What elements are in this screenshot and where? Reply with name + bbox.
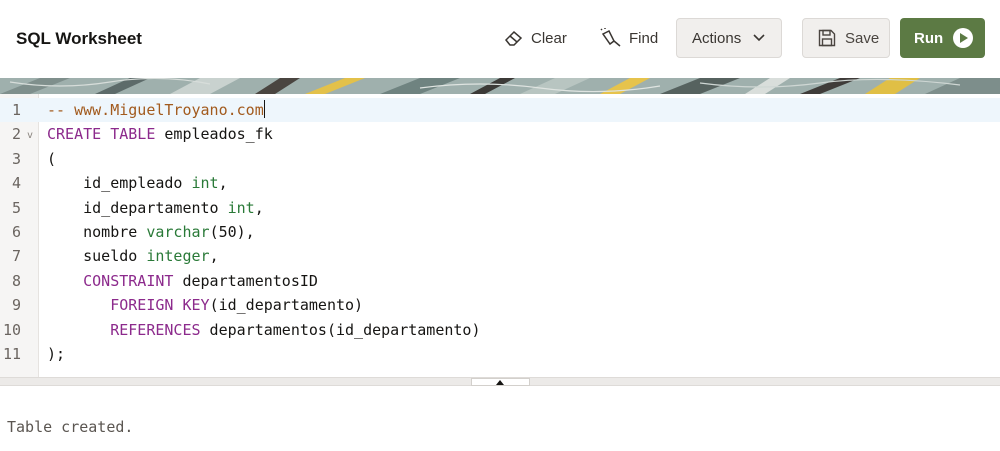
code-token: nombre [47, 223, 147, 241]
code-token: ( [47, 149, 57, 168]
code-token: CONSTRAINT [83, 271, 174, 290]
code-line[interactable]: 6 nombre varchar(50), [0, 220, 1000, 244]
line-number: 3 [11, 149, 21, 168]
code-text: sueldo integer, [47, 244, 219, 268]
find-button[interactable]: Find [600, 18, 658, 58]
code-token: (50), [209, 223, 255, 241]
code-token: , [254, 198, 264, 217]
code-token: departamentos(id_departamento) [200, 320, 481, 339]
code-token: , [209, 247, 219, 266]
page-title: SQL Worksheet [16, 29, 142, 48]
line-number: 4 [11, 174, 21, 193]
output-message: Table created. [7, 418, 134, 436]
run-button[interactable]: Run [900, 18, 985, 58]
code-text: REFERENCES departamentos(id_departamento… [47, 318, 481, 342]
save-label: Save [845, 29, 880, 47]
line-number: 8 [11, 271, 21, 290]
save-button[interactable]: Save [802, 18, 890, 58]
clear-button[interactable]: Clear [504, 18, 567, 58]
code-token: int [191, 174, 219, 193]
actions-label: Actions [692, 29, 742, 47]
code-token: id_departamento [47, 198, 228, 217]
line-number: 7 [11, 247, 21, 266]
code-token: , [218, 174, 228, 193]
output-pane: Table created. [0, 386, 1000, 451]
find-label: Find [629, 29, 659, 47]
code-line[interactable]: 11); [0, 342, 1000, 366]
code-token: ); [47, 345, 66, 363]
text-cursor [263, 100, 265, 118]
code-token: id_empleado [47, 174, 192, 193]
play-icon [953, 28, 974, 48]
code-text: ); [47, 342, 65, 366]
flashlight-icon [600, 28, 622, 48]
code-token: departamentosID [173, 271, 318, 290]
code-token: int [227, 198, 255, 217]
code-line[interactable]: 7 sueldo integer, [0, 244, 1000, 268]
code-line[interactable]: 4 id_empleado int, [0, 171, 1000, 195]
collapse-toggle-icon[interactable] [471, 378, 530, 386]
pane-splitter[interactable] [0, 377, 1000, 386]
code-text: CREATE TABLE empleados_fk [47, 122, 273, 146]
code-editor[interactable]: 1 -- www.MiguelTroyano.com 2 v CREATE TABLE … [0, 94, 1000, 377]
code-text: nombre varchar(50), [47, 220, 255, 244]
code-token: -- www.MiguelTroyano.com [47, 101, 264, 119]
code-line[interactable]: 1 -- www.MiguelTroyano.com [0, 98, 1000, 122]
code-token: varchar [146, 223, 210, 241]
line-number: 1 [11, 101, 21, 119]
code-line[interactable]: 3( [0, 147, 1000, 171]
code-text: -- www.MiguelTroyano.com [47, 98, 265, 122]
clear-label: Clear [531, 29, 567, 47]
line-number: 11 [2, 345, 21, 363]
code-text: FOREIGN KEY(id_departamento) [47, 293, 363, 317]
code-text: id_departamento int, [47, 196, 264, 220]
chevron-down-icon [753, 34, 765, 42]
save-disk-icon [818, 29, 836, 47]
code-token: CREATE TABLE [47, 125, 156, 144]
code-line[interactable]: 10 REFERENCES departamentos(id_departame… [0, 318, 1000, 342]
code-line[interactable]: 2 v CREATE TABLE empleados_fk [0, 122, 1000, 146]
actions-menu-button[interactable]: Actions [676, 18, 782, 58]
code-text: id_empleado int, [47, 171, 228, 195]
code-line[interactable]: 9 FOREIGN KEY(id_departamento) [0, 293, 1000, 317]
code-token: (id_departamento) [209, 296, 364, 315]
code-text: ( [47, 147, 56, 171]
code-line[interactable]: 8 CONSTRAINT departamentosID [0, 269, 1000, 293]
eraser-icon [504, 29, 524, 47]
worksheet-header: SQL Worksheet Clear Find Actions Save Ru… [0, 0, 1000, 78]
line-number: 10 [2, 320, 21, 339]
code-text: CONSTRAINT departamentosID [47, 269, 318, 293]
run-label: Run [914, 29, 944, 47]
code-line[interactable]: 5 id_departamento int, [0, 196, 1000, 220]
code-token: FOREIGN KEY [110, 296, 210, 315]
code-token: integer [146, 247, 210, 266]
banner-pattern-image [0, 78, 1000, 94]
line-number: 9 [11, 296, 21, 315]
line-number: 6 [11, 223, 21, 241]
code-token: empleados_fk [155, 125, 273, 144]
code-token: REFERENCES [110, 320, 201, 339]
line-number: 5 [11, 198, 21, 217]
code-token: sueldo [47, 247, 147, 266]
fold-toggle-icon[interactable]: v [27, 124, 33, 148]
line-number: 2 [11, 125, 21, 144]
decorative-banner [0, 78, 1000, 94]
